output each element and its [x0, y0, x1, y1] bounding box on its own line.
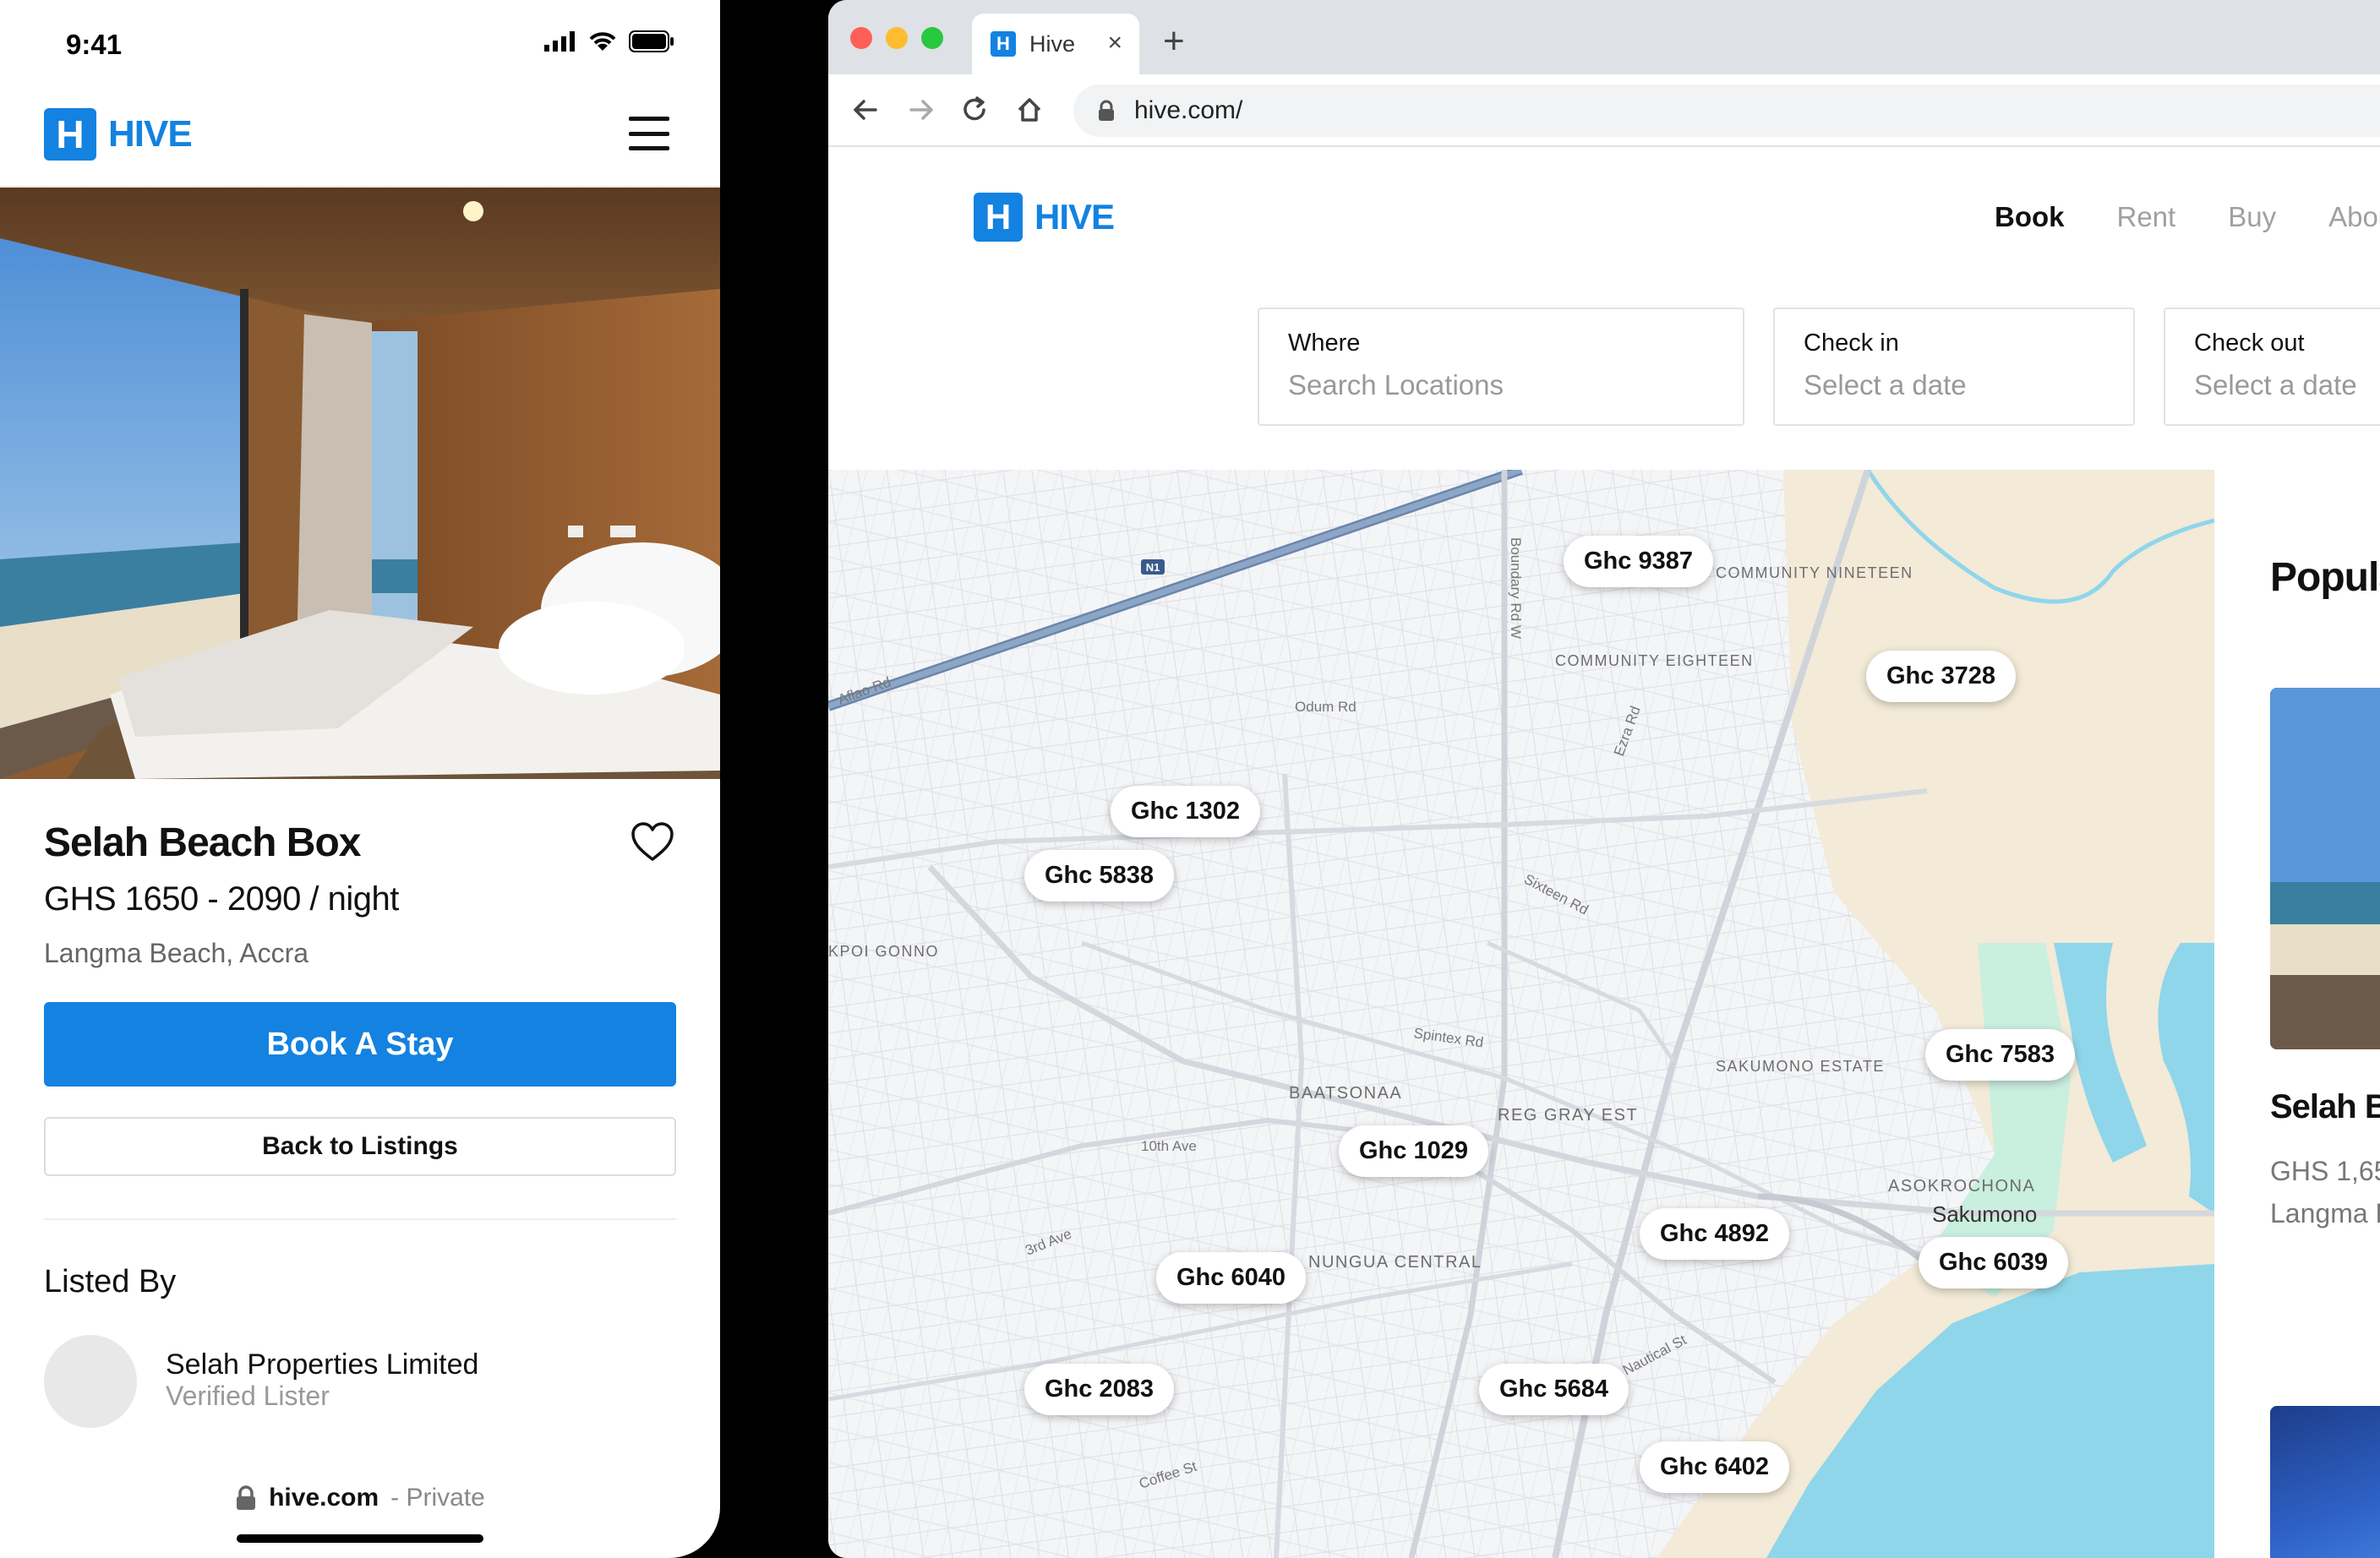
site-nav: Book Rent Buy About	[1995, 201, 2380, 233]
map-pin[interactable]: Ghc 5838	[1024, 850, 1174, 902]
map-label-odum-rd: Odum Rd	[1295, 699, 1356, 715]
minimize-window-button[interactable]	[886, 27, 908, 49]
listing-title: Selah Beach Box	[44, 820, 361, 865]
where-placeholder: Search Locations	[1288, 369, 1504, 400]
address-bar-row: hive.com/	[828, 74, 2380, 147]
home-indicator[interactable]	[237, 1534, 483, 1543]
hive-logo-text: HIVE	[108, 113, 193, 155]
map-label-sakumono: Sakumono	[1932, 1201, 2037, 1227]
lister-status: Verified Lister	[166, 1381, 330, 1411]
close-window-button[interactable]	[850, 27, 872, 49]
popular-listing-location: Langma Beach	[2270, 1198, 2380, 1228]
status-icons	[544, 30, 674, 52]
hive-logo[interactable]: H HIVE	[44, 108, 193, 161]
status-time: 9:41	[66, 29, 123, 60]
popular-heading: Popular	[2270, 555, 2380, 600]
tab-bar: H Hive × +	[828, 0, 2380, 74]
map-label-community-19: COMMUNITY NINETEEN	[1716, 564, 1913, 581]
check-out-placeholder: Select a date	[2194, 369, 2357, 400]
tab-title: Hive	[1029, 30, 1076, 57]
back-arrow-icon[interactable]	[850, 93, 881, 127]
map-label-community-18: COMMUNITY EIGHTEEN	[1555, 652, 1754, 669]
check-out-label: Check out	[2194, 330, 2305, 357]
map-pin[interactable]: Ghc 5684	[1479, 1364, 1629, 1415]
hive-logo-mark: H	[44, 108, 96, 161]
map-label-10th-ave: 10th Ave	[1141, 1138, 1197, 1154]
status-bar: 9:41	[0, 0, 720, 93]
map-pin[interactable]: Ghc 6039	[1919, 1237, 2068, 1288]
check-out-field[interactable]: Check out Select a date	[2164, 308, 2380, 426]
menu-icon[interactable]	[629, 117, 669, 150]
map[interactable]: N1 COMMUNITY NINETEEN COMMUNITY EIGHTEEN…	[828, 470, 2214, 1558]
listing-photo	[0, 188, 720, 779]
signal-icon	[544, 31, 575, 52]
map-pin[interactable]: Ghc 7583	[1925, 1029, 2075, 1081]
hive-logo[interactable]: H HIVE	[974, 193, 1115, 242]
hive-logo-mark: H	[974, 193, 1023, 242]
book-a-stay-button[interactable]: Book A Stay	[44, 1002, 676, 1087]
url-text: hive.com/	[1134, 96, 1243, 124]
reload-icon[interactable]	[960, 93, 991, 127]
hive-favicon: H	[991, 31, 1016, 57]
tab-hive[interactable]: H Hive ×	[972, 14, 1139, 74]
back-to-listings-button[interactable]: Back to Listings	[44, 1117, 676, 1176]
popular-listing-photo[interactable]	[2270, 688, 2380, 1049]
map-label-reg-gray: REG GRAY EST	[1498, 1106, 1638, 1125]
map-label-baatsonaa: BAATSONAA	[1289, 1084, 1402, 1103]
map-pin[interactable]: Ghc 3728	[1866, 651, 2016, 702]
home-icon[interactable]	[1014, 93, 1045, 127]
map-label-asokrochona: ASOKROCHONA	[1888, 1177, 2035, 1196]
url-input[interactable]: hive.com/	[1073, 84, 2380, 137]
phone-url-bar[interactable]: hive.com - Private	[0, 1484, 720, 1512]
phone-url-host: hive.com	[269, 1484, 379, 1512]
map-pin[interactable]: Ghc 2083	[1024, 1364, 1174, 1415]
check-in-label: Check in	[1804, 330, 1899, 357]
site-header: H HIVE Book Rent Buy About Where Search …	[828, 147, 2380, 470]
listed-by-heading: Listed By	[44, 1264, 177, 1299]
battery-icon	[629, 30, 674, 52]
browser-window: H Hive × + hive.com/ H HIVE Book Rent Bu…	[828, 0, 2380, 1558]
lister-name: Selah Properties Limited	[166, 1348, 479, 1381]
map-pin[interactable]: Ghc 6040	[1156, 1252, 1306, 1304]
map-label-kpoi-gonno: KPOI GONNO	[828, 943, 939, 960]
section-divider	[44, 1218, 676, 1220]
lister-avatar	[44, 1335, 137, 1428]
map-label-nungua: NUNGUA CENTRAL	[1308, 1253, 1482, 1272]
listing-location: Langma Beach, Accra	[44, 938, 309, 968]
phone-frame: 9:41 H HIVE Selah Beach Box GHS 1650 - 2…	[0, 0, 720, 1558]
forward-arrow-icon[interactable]	[906, 93, 936, 127]
where-field[interactable]: Where Search Locations	[1258, 308, 1744, 426]
popular-listing-photo-2[interactable]	[2270, 1406, 2380, 1558]
popular-listing-price: GHS 1,650	[2270, 1156, 2380, 1186]
listing-price: GHS 1650 - 2090 / night	[44, 880, 399, 918]
map-pin[interactable]: Ghc 6402	[1640, 1441, 1789, 1493]
nav-about[interactable]: About	[2328, 201, 2380, 233]
map-label-sakumono-estate: SAKUMONO ESTATE	[1716, 1058, 1885, 1075]
check-in-placeholder: Select a date	[1804, 369, 1967, 400]
check-in-field[interactable]: Check in Select a date	[1773, 308, 2135, 426]
phone-header: H HIVE	[0, 93, 720, 188]
map-label-n1: N1	[1146, 561, 1160, 574]
hive-logo-text: HIVE	[1034, 197, 1115, 237]
map-pin[interactable]: Ghc 4892	[1640, 1208, 1789, 1260]
map-pin[interactable]: Ghc 1029	[1339, 1125, 1488, 1177]
lock-icon	[237, 1485, 256, 1510]
nav-buy[interactable]: Buy	[2228, 201, 2276, 233]
where-label: Where	[1288, 330, 1361, 357]
nav-book[interactable]: Book	[1995, 201, 2065, 233]
map-pin[interactable]: Ghc 1302	[1111, 786, 1260, 837]
new-tab-icon[interactable]: +	[1163, 20, 1185, 63]
popular-panel: Popular Selah Beach Box GHS 1,650 Langma…	[2214, 470, 2380, 1558]
phone-url-private: - Private	[390, 1484, 485, 1512]
heart-icon[interactable]	[630, 821, 674, 863]
map-label-boundary-rd: Boundary Rd W	[1508, 537, 1524, 639]
popular-listing-name[interactable]: Selah Beach Box	[2270, 1088, 2380, 1126]
maximize-window-button[interactable]	[921, 27, 943, 49]
nav-rent[interactable]: Rent	[2117, 201, 2176, 233]
lock-icon	[1099, 100, 1114, 121]
map-pin[interactable]: Ghc 9387	[1564, 536, 1713, 587]
wifi-icon	[589, 32, 616, 51]
close-tab-icon[interactable]: ×	[1107, 29, 1122, 57]
